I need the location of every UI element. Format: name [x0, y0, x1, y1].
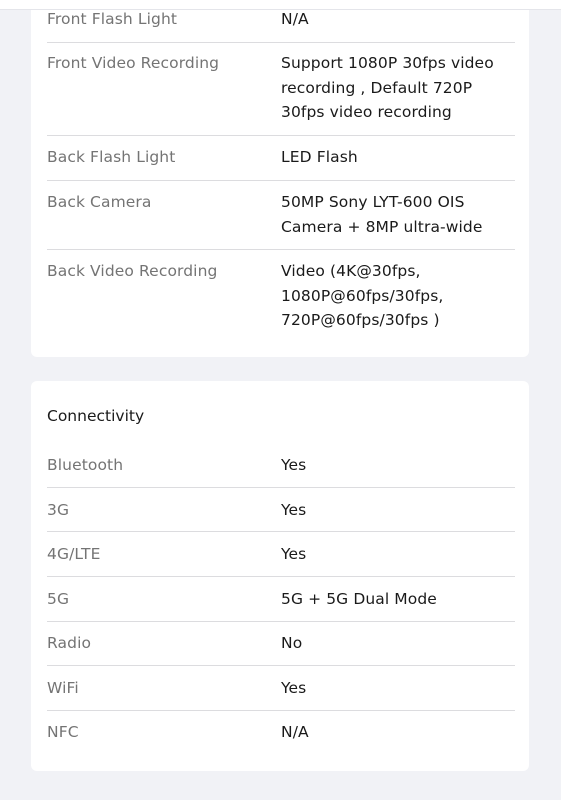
top-bar [0, 0, 561, 10]
spec-value-line: Video (4K@30fps, [281, 262, 421, 280]
spec-value-line: 50MP Sony LYT-600 OIS [281, 193, 465, 211]
spec-row-bluetooth: Bluetooth Yes [47, 453, 515, 478]
spec-label: 5G [47, 590, 70, 608]
spec-value-line: Support 1080P 30fps video [281, 54, 494, 72]
spec-row-5g: 5G 5G + 5G Dual Mode [47, 587, 515, 612]
spec-label: 4G/LTE [47, 545, 101, 563]
spec-value: Support 1080P 30fps video recording , De… [281, 51, 515, 125]
spec-value: Yes [281, 456, 307, 474]
spec-value: LED Flash [281, 148, 358, 166]
spec-value: 50MP Sony LYT-600 OIS Camera + 8MP ultra… [281, 190, 515, 239]
spec-row-4g-lte: 4G/LTE Yes [47, 542, 515, 567]
spec-value-line: recording , Default 720P [281, 78, 473, 97]
divider [47, 531, 515, 532]
divider [47, 42, 515, 43]
spec-label: Back Flash Light [47, 148, 176, 166]
spec-value: Yes [281, 501, 307, 519]
divider [47, 487, 515, 488]
divider [47, 710, 515, 711]
divider [47, 621, 515, 622]
spec-value: Yes [281, 545, 307, 563]
spec-label: Radio [47, 634, 92, 652]
spec-label: Back Camera [47, 193, 152, 211]
spec-value-line: 720P@60fps/30fps ) [281, 311, 440, 329]
spec-value-line: Camera + 8MP ultra-wide [281, 217, 483, 236]
divider [47, 249, 515, 250]
spec-label: 3G [47, 501, 70, 519]
spec-label: Back Video Recording [47, 262, 218, 280]
spec-row-wifi: WiFi Yes [47, 676, 515, 701]
spec-row-back-video-recording: Back Video Recording Video (4K@30fps, 10… [47, 259, 515, 333]
spec-label: NFC [47, 723, 79, 741]
spec-value: Video (4K@30fps, 1080P@60fps/30fps, 720P… [281, 259, 515, 333]
spec-label: Front Flash Light [47, 10, 178, 28]
spec-value: N/A [281, 723, 309, 741]
camera-specs-card: Front Flash Light N/A Front Video Record… [31, 0, 529, 357]
spec-value-line: 1080P@60fps/30fps, [281, 286, 444, 305]
spec-value: N/A [281, 10, 309, 28]
spec-value: Yes [281, 679, 307, 697]
spec-row-front-video-recording: Front Video Recording Support 1080P 30fp… [47, 51, 515, 125]
spec-label: Front Video Recording [47, 54, 220, 72]
connectivity-card: Connectivity Bluetooth Yes 3G Yes 4G/LTE… [31, 381, 529, 771]
spec-value-line: 30fps video recording [281, 103, 452, 121]
spec-row-radio: Radio No [47, 631, 515, 656]
spec-label: WiFi [47, 679, 79, 697]
spec-value: No [281, 634, 303, 652]
spec-row-back-camera: Back Camera 50MP Sony LYT-600 OIS Camera… [47, 190, 515, 239]
spec-row-nfc: NFC N/A [47, 720, 515, 745]
spec-row-3g: 3G Yes [47, 498, 515, 523]
divider [47, 180, 515, 181]
divider [47, 135, 515, 136]
section-title: Connectivity [47, 407, 145, 425]
spec-row-back-flash-light: Back Flash Light LED Flash [47, 145, 515, 170]
spec-label: Bluetooth [47, 456, 124, 474]
divider [47, 576, 515, 577]
divider [47, 665, 515, 666]
spec-row-front-flash-light: Front Flash Light N/A [47, 7, 515, 32]
spec-value: 5G + 5G Dual Mode [281, 590, 437, 608]
